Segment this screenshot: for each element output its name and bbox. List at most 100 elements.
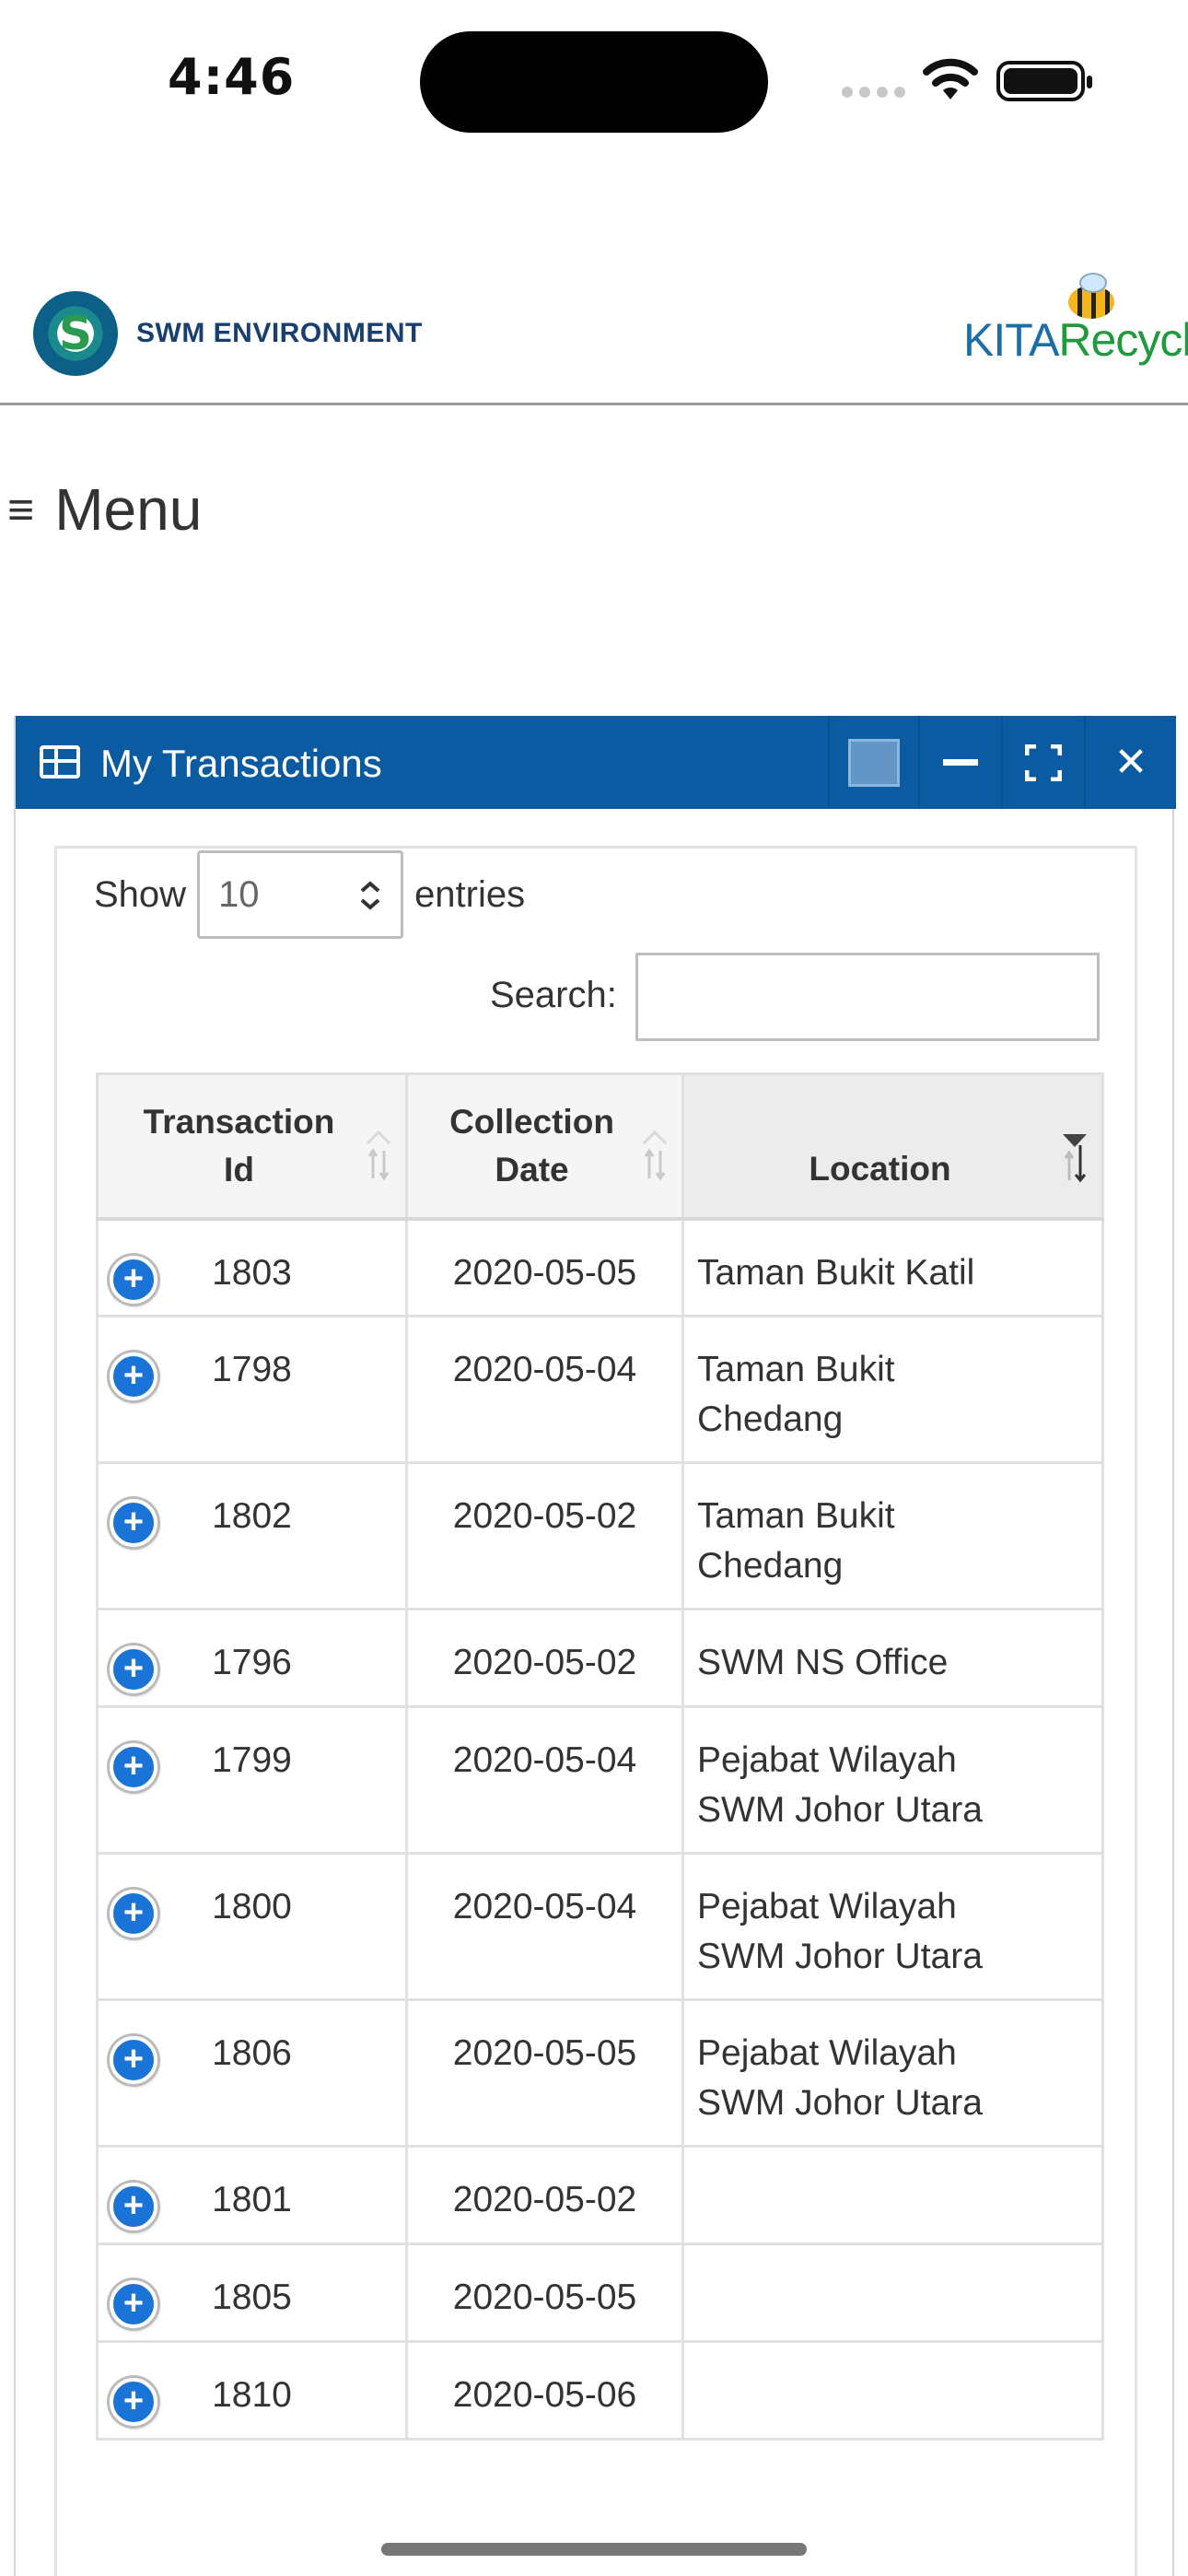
transaction-id: 1806: [212, 2033, 292, 2073]
transaction-id-cell: +1806: [96, 1998, 408, 2148]
color-swatch-button[interactable]: [828, 716, 918, 809]
table-row[interactable]: +1805 2020-05-05: [96, 2242, 1104, 2343]
expand-row-icon[interactable]: +: [110, 2378, 157, 2426]
location-cell: SWM NS Office: [681, 1608, 1104, 1708]
expand-row-icon[interactable]: +: [110, 1743, 157, 1791]
header-label-line: Collection: [449, 1102, 614, 1141]
location-cell: Pejabat Wilayah SWM Johor Utara: [681, 1852, 1104, 2001]
table-row[interactable]: +1803 2020-05-05 Taman Bukit Katil: [96, 1217, 1104, 1317]
header-label-line: Transaction: [143, 1102, 335, 1141]
transaction-id: 1796: [212, 1643, 292, 1682]
recycle-logo-text: Recycle: [1058, 314, 1188, 366]
swm-environment-logo[interactable]: SWM ENVIRONMENT: [33, 291, 423, 376]
wifi-icon: [923, 58, 978, 100]
page-length-select[interactable]: 10: [197, 850, 404, 939]
location-line: Pejabat Wilayah: [697, 1740, 957, 1780]
status-time: 4:46: [168, 48, 296, 106]
expand-row-icon[interactable]: +: [110, 1352, 157, 1400]
transaction-id-cell: +1798: [96, 1315, 408, 1464]
maximize-icon: [1025, 744, 1062, 781]
transaction-id-cell: +1796: [96, 1608, 408, 1708]
search-label: Search:: [490, 975, 617, 1015]
status-bar: 4:46: [0, 0, 1188, 157]
sort-desc-icon: [1063, 1134, 1087, 1183]
table-row[interactable]: +1801 2020-05-02: [96, 2145, 1104, 2245]
expand-row-icon[interactable]: +: [110, 2280, 157, 2328]
panel-title: My Transactions: [100, 742, 382, 785]
page-length-control: Show 10 entries: [94, 849, 525, 941]
expand-row-icon[interactable]: +: [110, 1255, 157, 1304]
location-cell: [681, 2340, 1104, 2441]
swm-logo-text: SWM ENVIRONMENT: [136, 318, 423, 348]
location-cell: Taman Bukit Chedang: [681, 1461, 1104, 1610]
search-input[interactable]: [635, 953, 1100, 1041]
panel-header: My Transactions ✕: [16, 716, 1176, 809]
kita-recycle-logo[interactable]: KITARecycle: [963, 313, 1188, 367]
location-cell: Taman Bukit Chedang: [681, 1315, 1104, 1464]
location-line: Chedang: [697, 1399, 844, 1439]
table-row[interactable]: +1798 2020-05-04 Taman Bukit Chedang: [96, 1315, 1104, 1464]
location-line: SWM Johor Utara: [697, 1937, 983, 1976]
expand-row-icon[interactable]: +: [110, 2036, 157, 2084]
transaction-id: 1801: [212, 2180, 292, 2219]
transaction-id-cell: +1803: [96, 1217, 408, 1317]
column-header-location[interactable]: Location: [681, 1072, 1104, 1221]
table-row[interactable]: +1796 2020-05-02 SWM NS Office: [96, 1608, 1104, 1708]
expand-row-icon[interactable]: +: [110, 1645, 157, 1693]
transaction-id-cell: +1801: [96, 2145, 408, 2245]
page-length-value: 10: [218, 873, 260, 915]
transaction-id-cell: +1800: [96, 1852, 408, 2001]
table-row[interactable]: +1800 2020-05-04 Pejabat Wilayah SWM Joho…: [96, 1852, 1104, 2001]
collection-date: 2020-05-04: [405, 1315, 684, 1464]
location-line: Pejabat Wilayah: [697, 1887, 957, 1926]
dynamic-island: [420, 31, 768, 133]
menu-toggle[interactable]: ≡ Menu: [7, 475, 202, 544]
entries-label: entries: [414, 873, 526, 915]
table-row[interactable]: +1802 2020-05-02 Taman Bukit Chedang: [96, 1461, 1104, 1610]
sort-icon: [642, 1130, 668, 1181]
menu-label: Menu: [54, 476, 203, 543]
brand-header: SWM ENVIRONMENT KITARecycle: [0, 267, 1188, 405]
swm-logo-icon: [33, 291, 118, 376]
collection-date: 2020-05-04: [405, 1852, 684, 2001]
location-cell: [681, 2242, 1104, 2343]
minimize-button[interactable]: [918, 716, 1001, 809]
search-control: Search:: [57, 953, 1140, 1041]
expand-row-icon[interactable]: +: [110, 1890, 157, 1938]
close-button[interactable]: ✕: [1084, 716, 1176, 809]
transaction-id-cell: +1802: [96, 1461, 408, 1610]
location-line: Taman Bukit: [697, 1350, 895, 1389]
column-header-collection-date[interactable]: Collection Date: [405, 1072, 684, 1221]
table-row[interactable]: +1799 2020-05-04 Pejabat Wilayah SWM Joho…: [96, 1705, 1104, 1855]
transaction-id: 1803: [212, 1252, 292, 1293]
collection-date: 2020-05-05: [405, 1217, 684, 1317]
expand-row-icon[interactable]: +: [110, 2183, 157, 2231]
location-line: SWM NS Office: [697, 1643, 949, 1682]
minimize-icon: [943, 759, 978, 766]
transaction-id: 1800: [212, 1887, 292, 1926]
table-row[interactable]: +1810 2020-05-06: [96, 2340, 1104, 2441]
select-updown-icon: [360, 881, 380, 910]
collection-date: 2020-05-02: [405, 1461, 684, 1610]
transaction-id: 1799: [212, 1740, 292, 1780]
location-line: SWM Johor Utara: [697, 2083, 983, 2123]
column-header-transaction-id[interactable]: Transaction Id: [96, 1072, 408, 1221]
transactions-table: Transaction Id Collection Date Location …: [96, 1072, 1104, 2441]
location-line: Taman Bukit: [697, 1496, 895, 1536]
collection-date: 2020-05-05: [405, 1998, 684, 2148]
table-row[interactable]: +1806 2020-05-05 Pejabat Wilayah SWM Joho…: [96, 1998, 1104, 2148]
expand-row-icon[interactable]: +: [110, 1499, 157, 1547]
maximize-button[interactable]: [1001, 716, 1084, 809]
collection-date: 2020-05-02: [405, 1608, 684, 1708]
transaction-id-cell: +1810: [96, 2340, 408, 2441]
hamburger-icon: ≡: [7, 484, 35, 535]
location-cell: Taman Bukit Katil: [681, 1217, 1104, 1317]
transaction-id: 1805: [212, 2277, 292, 2317]
cellular-signal-icon: [842, 87, 905, 98]
location-cell: Pejabat Wilayah SWM Johor Utara: [681, 1998, 1104, 2148]
location-line: SWM Johor Utara: [697, 1790, 983, 1830]
transaction-id-cell: +1799: [96, 1705, 408, 1855]
header-label-line: Id: [224, 1150, 254, 1188]
home-indicator[interactable]: [381, 2543, 807, 2556]
location-line: Pejabat Wilayah: [697, 2033, 957, 2073]
